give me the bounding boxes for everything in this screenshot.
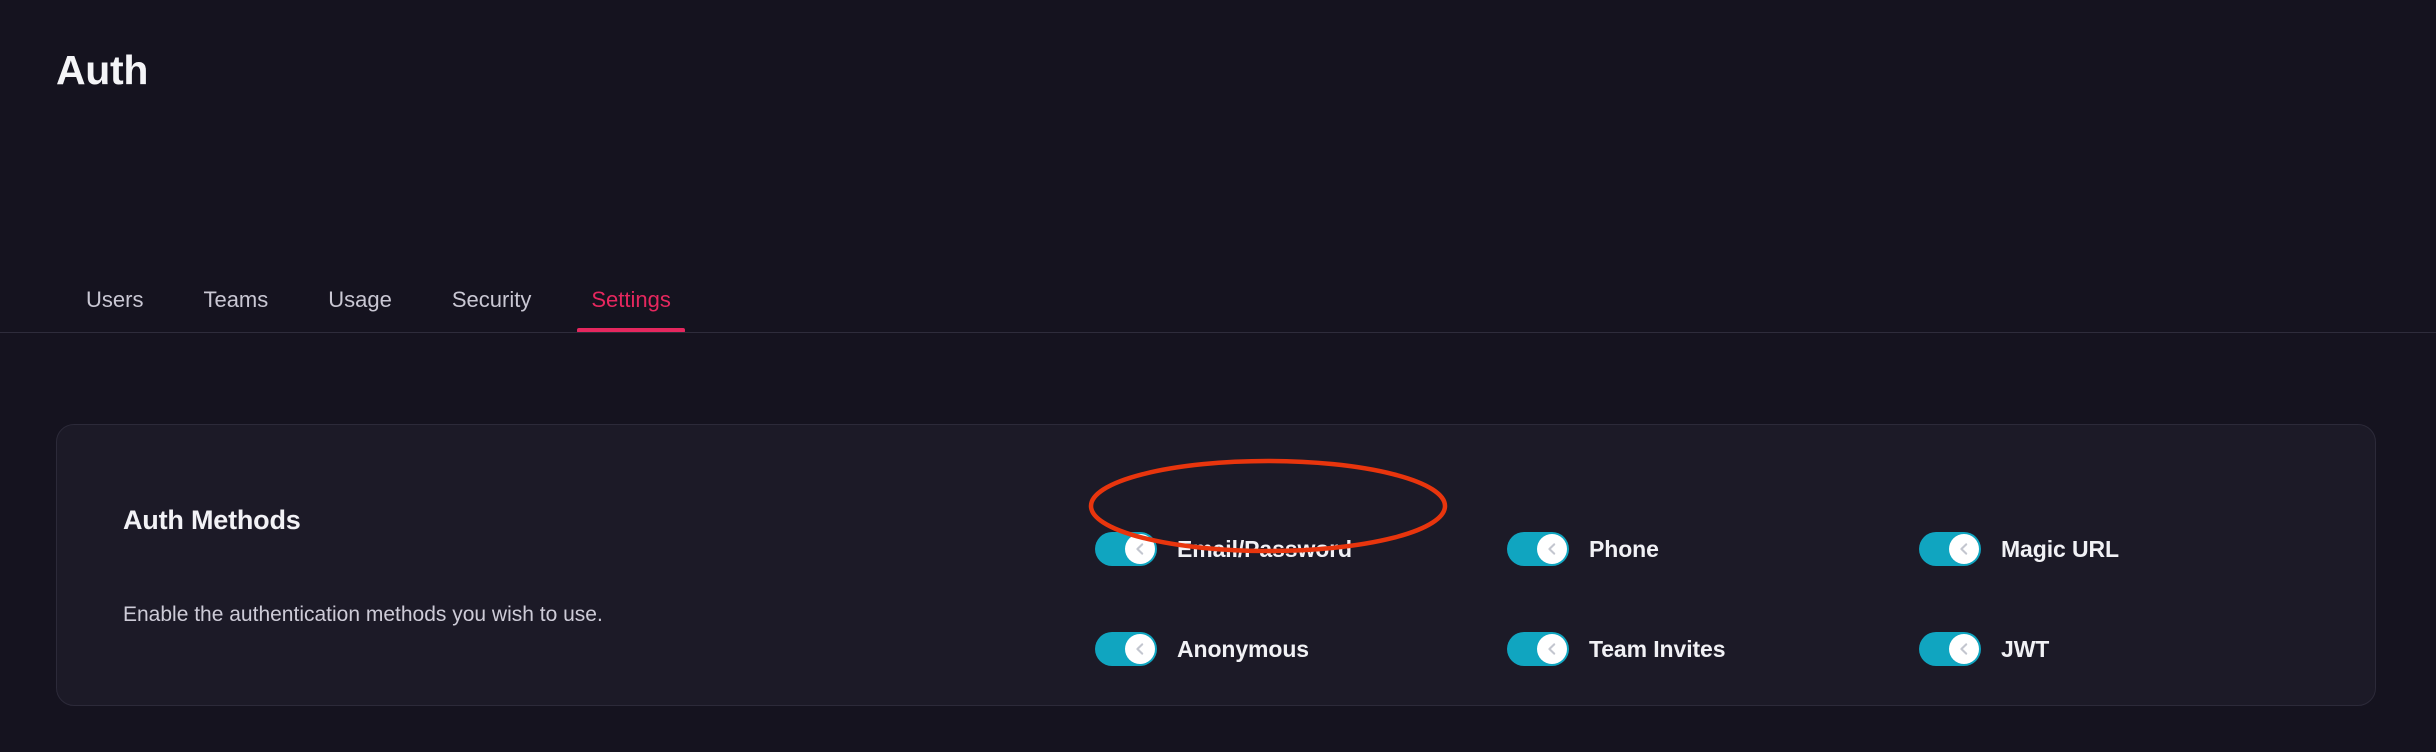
auth-methods-toggle-grid: Email/Password Phone Magic URL Anonymous… (1095, 499, 2325, 699)
toggle-knob (1537, 534, 1567, 564)
auth-methods-description: Enable the authentication methods you wi… (123, 603, 603, 626)
auth-method-email-password: Email/Password (1095, 532, 1507, 566)
auth-method-label: Anonymous (1177, 635, 1309, 662)
toggle-knob (1125, 534, 1155, 564)
toggle-email-password[interactable] (1095, 532, 1157, 566)
auth-method-anonymous: Anonymous (1095, 632, 1507, 666)
chevron-left-icon (1960, 543, 1968, 555)
chevron-left-icon (1548, 543, 1556, 555)
tab-usage[interactable]: Usage (298, 248, 422, 333)
tab-list: Users Teams Usage Security Settings (56, 248, 701, 333)
auth-settings-page: Auth Users Teams Usage Security Settings… (0, 0, 2436, 752)
auth-method-label: Email/Password (1177, 535, 1353, 562)
toggle-knob (1537, 634, 1567, 664)
auth-method-team-invites: Team Invites (1507, 632, 1919, 666)
auth-methods-heading: Auth Methods (123, 505, 301, 535)
tab-users[interactable]: Users (56, 248, 173, 333)
chevron-left-icon (1136, 643, 1144, 655)
toggle-phone[interactable] (1507, 532, 1569, 566)
tab-bar: Users Teams Usage Security Settings (0, 248, 2436, 333)
toggle-knob (1125, 634, 1155, 664)
tab-security[interactable]: Security (422, 248, 561, 333)
auth-methods-description-block: Auth Methods Enable the authentication m… (123, 425, 1083, 705)
auth-method-label: Team Invites (1589, 635, 1726, 662)
page-title: Auth (56, 47, 149, 93)
toggle-knob (1949, 634, 1979, 664)
chevron-left-icon (1960, 643, 1968, 655)
toggle-knob (1949, 534, 1979, 564)
auth-method-magic-url: Magic URL (1919, 532, 2325, 566)
auth-methods-card: Auth Methods Enable the authentication m… (56, 424, 2376, 706)
chevron-left-icon (1548, 643, 1556, 655)
auth-method-label: Magic URL (2001, 535, 2119, 562)
tab-settings[interactable]: Settings (561, 248, 701, 333)
auth-method-phone: Phone (1507, 532, 1919, 566)
auth-method-jwt: JWT (1919, 632, 2325, 666)
auth-method-label: Phone (1589, 535, 1659, 562)
auth-method-label: JWT (2001, 635, 2050, 662)
toggle-anonymous[interactable] (1095, 632, 1157, 666)
tab-bar-divider (0, 332, 2436, 333)
chevron-left-icon (1136, 543, 1144, 555)
toggle-magic-url[interactable] (1919, 532, 1981, 566)
toggle-jwt[interactable] (1919, 632, 1981, 666)
tab-teams[interactable]: Teams (173, 248, 298, 333)
toggle-team-invites[interactable] (1507, 632, 1569, 666)
